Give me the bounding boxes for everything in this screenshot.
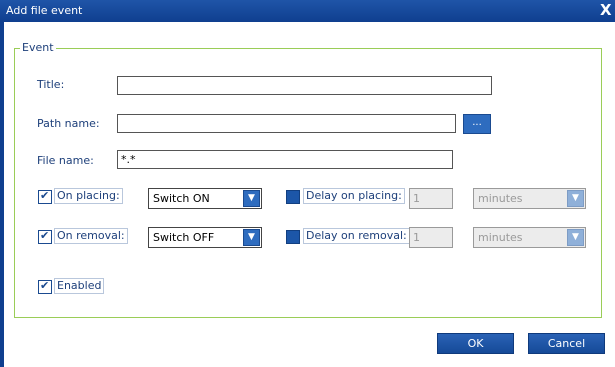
on-removal-checkbox[interactable] — [38, 229, 52, 244]
chevron-down-icon[interactable]: ▼ — [567, 229, 584, 246]
path-name-input[interactable] — [117, 114, 456, 133]
removal-unit-select[interactable]: minutes ▼ — [473, 227, 586, 248]
on-placing-checkbox[interactable] — [38, 189, 52, 204]
ok-button[interactable]: OK — [437, 333, 514, 354]
removal-action-value: Switch OFF — [153, 231, 215, 244]
title-input[interactable] — [117, 76, 492, 95]
title-label: Title: — [37, 78, 65, 91]
title-bar: Add file event X — [0, 0, 615, 22]
on-removal-label[interactable]: On removal: — [54, 228, 128, 244]
cancel-button[interactable]: Cancel — [528, 333, 605, 354]
removal-action-select[interactable]: Switch OFF ▼ — [148, 227, 262, 248]
chevron-down-icon[interactable]: ▼ — [243, 190, 260, 207]
enabled-checkbox[interactable] — [38, 279, 52, 294]
placing-unit-select[interactable]: minutes ▼ — [473, 188, 586, 209]
file-name-label: File name: — [37, 154, 94, 167]
window-left-edge — [0, 22, 4, 367]
browse-button[interactable]: ... — [463, 114, 491, 134]
delay-on-placing-checkbox[interactable] — [286, 190, 300, 204]
delay-on-placing-label[interactable]: Delay on placing: — [303, 188, 405, 204]
path-name-label: Path name: — [37, 117, 100, 130]
enabled-label[interactable]: Enabled — [54, 278, 105, 294]
delay-on-removal-checkbox[interactable] — [286, 230, 300, 244]
removal-unit-value: minutes — [478, 231, 523, 244]
file-name-input[interactable] — [117, 150, 453, 169]
placing-unit-value: minutes — [478, 192, 523, 205]
on-placing-label[interactable]: On placing: — [54, 188, 123, 204]
chevron-down-icon[interactable]: ▼ — [243, 229, 260, 246]
placing-action-select[interactable]: Switch ON ▼ — [148, 188, 262, 209]
delay-on-removal-label[interactable]: Delay on removal: — [303, 228, 410, 244]
delay-on-removal-input[interactable] — [409, 227, 453, 248]
event-group-legend: Event — [20, 41, 56, 54]
close-icon[interactable]: X — [600, 2, 612, 19]
window-title: Add file event — [6, 4, 83, 17]
placing-action-value: Switch ON — [153, 192, 210, 205]
delay-on-placing-input[interactable] — [409, 188, 453, 209]
chevron-down-icon[interactable]: ▼ — [567, 190, 584, 207]
